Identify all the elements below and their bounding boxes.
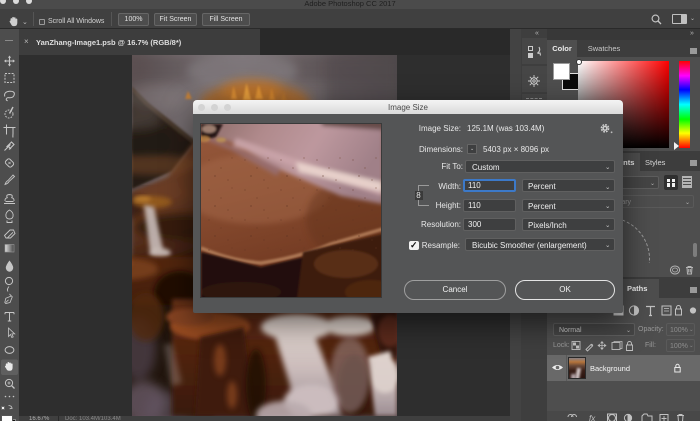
svg-text:fx: fx bbox=[589, 414, 596, 421]
